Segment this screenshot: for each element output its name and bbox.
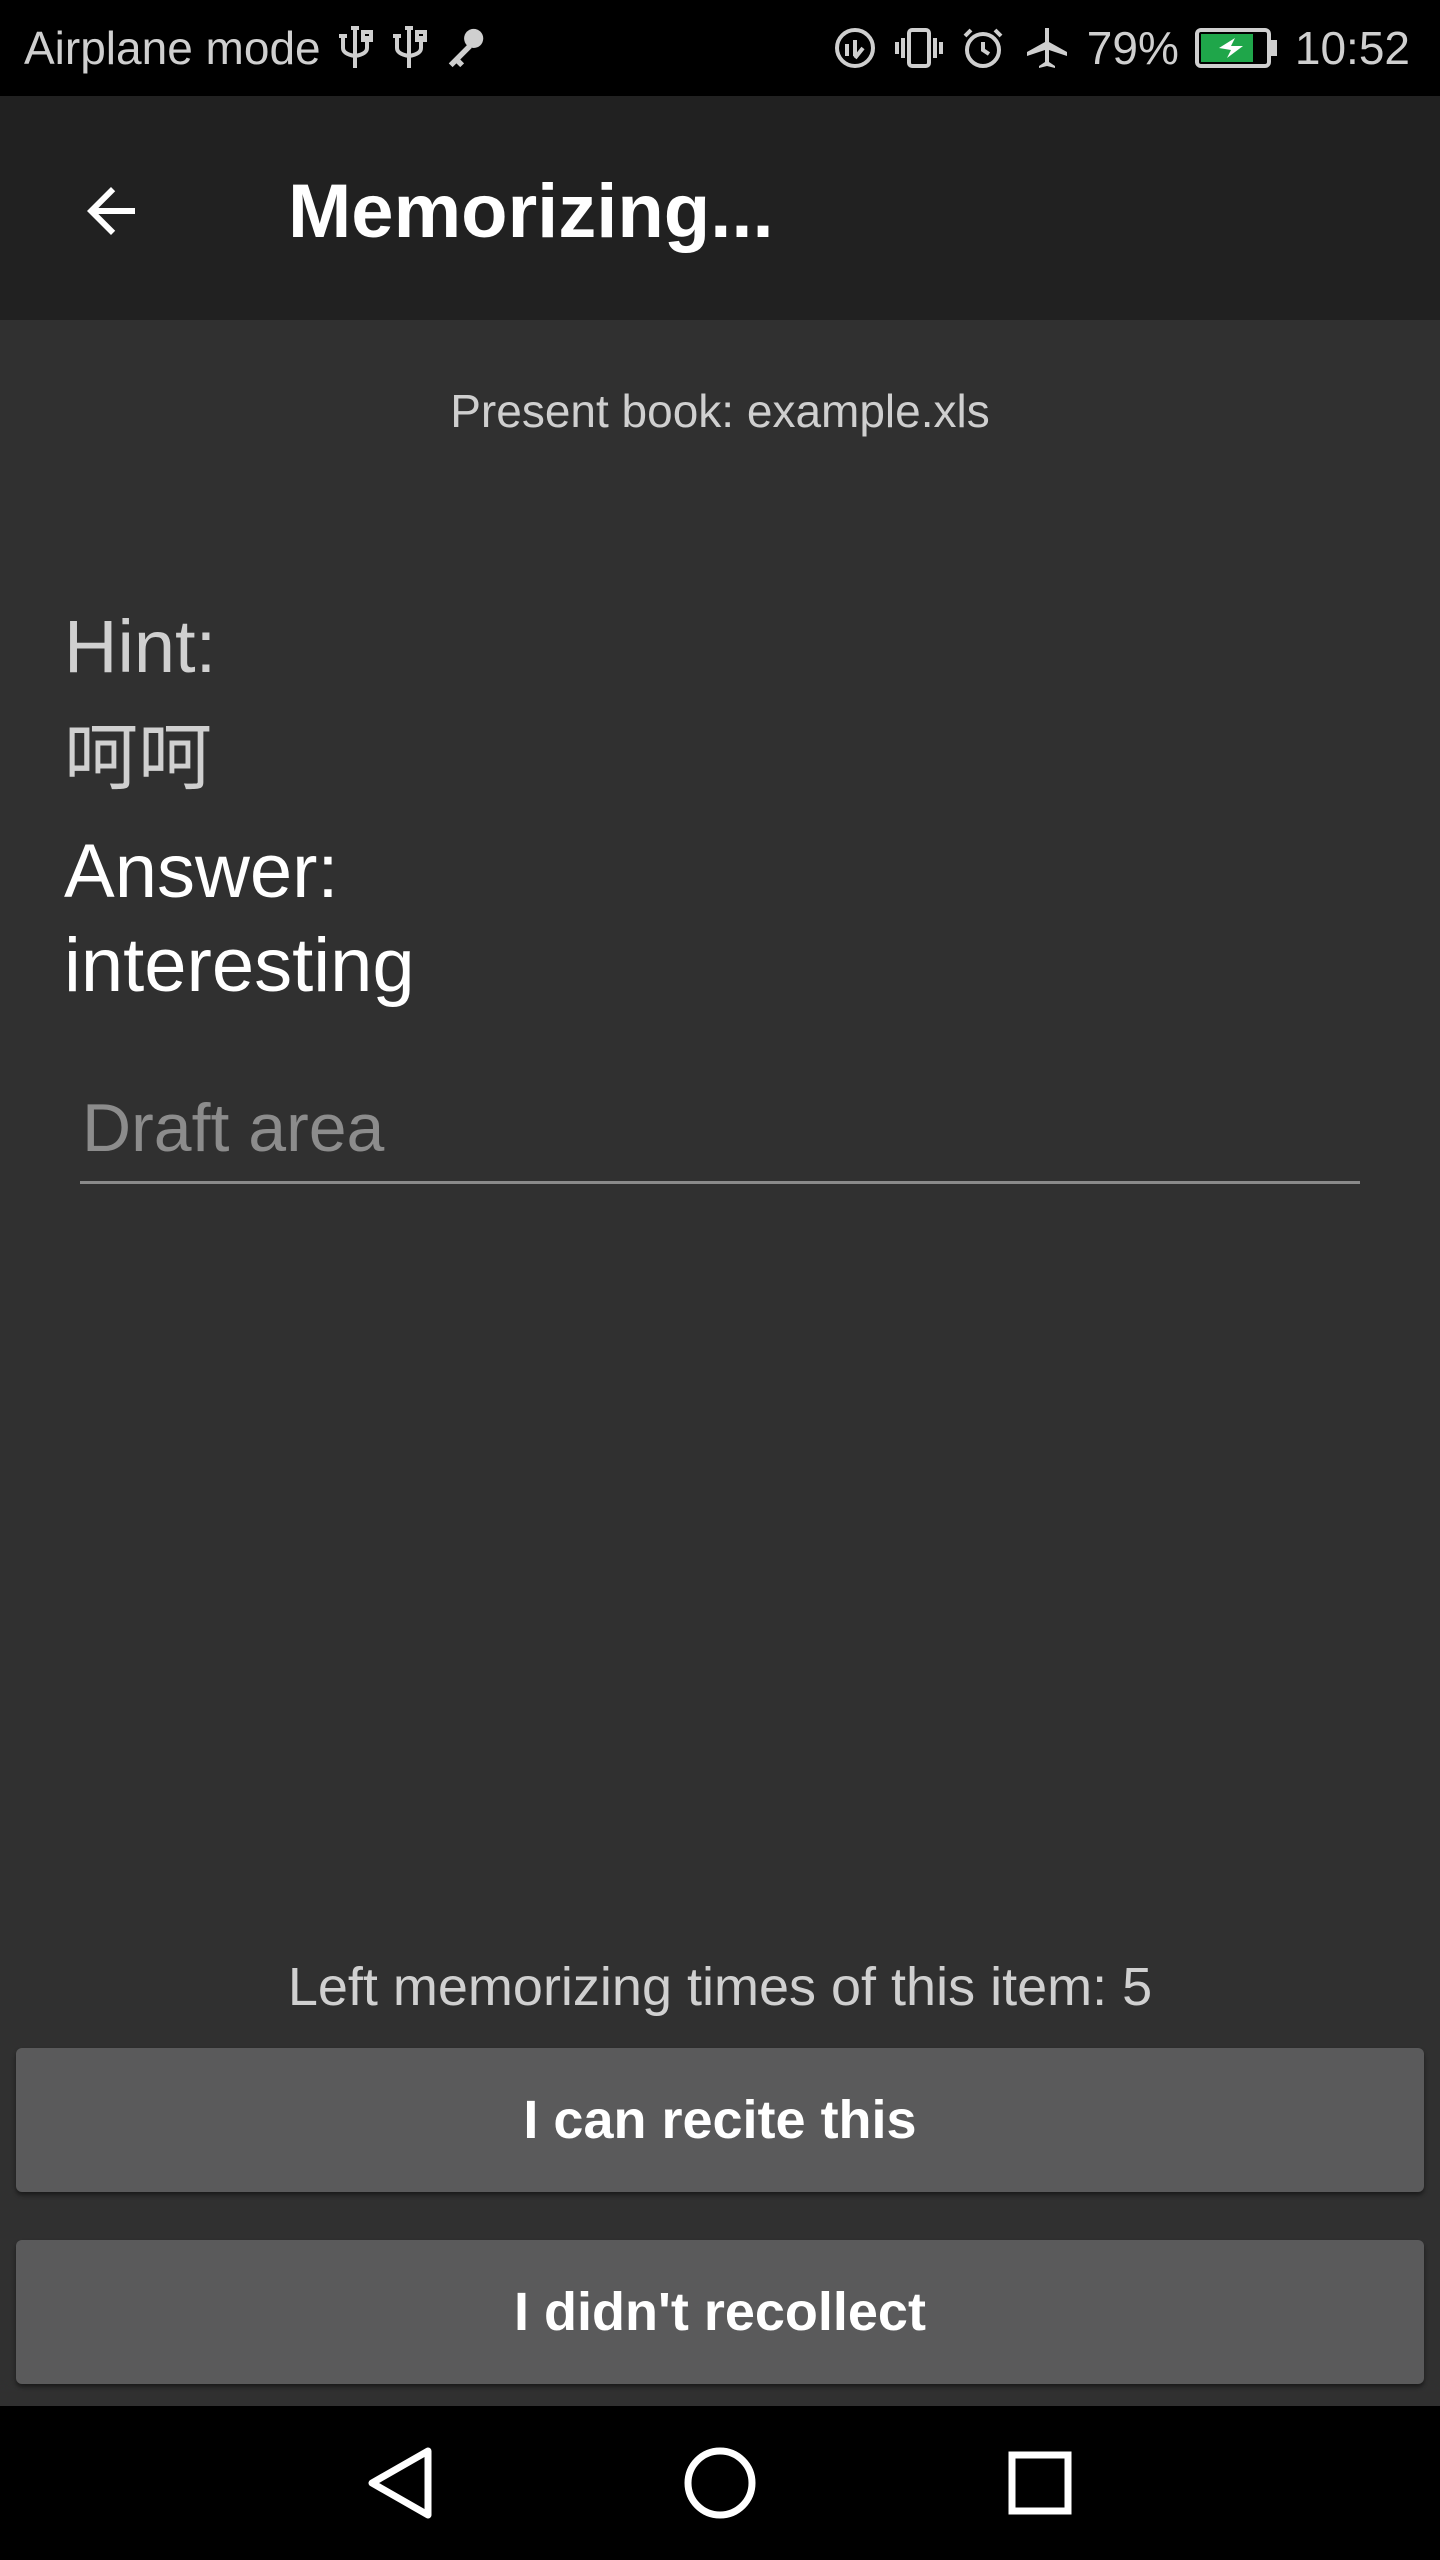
navigation-bar (0, 2406, 1440, 2560)
nav-recents-button[interactable] (960, 2406, 1120, 2560)
battery-charging-icon (1194, 26, 1279, 70)
status-bar-left: Airplane mode (24, 0, 489, 96)
nav-home-icon (684, 2447, 756, 2519)
arrow-back-icon (87, 187, 135, 235)
nav-home-button[interactable] (640, 2406, 800, 2560)
usb-icon (389, 24, 429, 72)
can-recite-button[interactable]: I can recite this (16, 2048, 1424, 2192)
status-bar: Airplane mode 79% 10:52 (0, 0, 1440, 96)
alarm-icon (959, 24, 1007, 72)
airplane-mode-text: Airplane mode (24, 22, 321, 74)
usb-icon (335, 24, 375, 72)
didnt-recollect-button[interactable]: I didn't recollect (16, 2240, 1424, 2384)
data-saver-icon (831, 24, 879, 72)
remaining-times-text: Left memorizing times of this item: 5 (287, 1957, 1153, 2017)
hint-value: 呵呵 (64, 716, 212, 799)
nav-back-icon (368, 2447, 432, 2519)
page-title: Memorizing... (288, 169, 774, 254)
nav-recents-icon (1008, 2451, 1072, 2515)
app-bar: Memorizing... (0, 96, 1440, 320)
status-bar-right: 79% 10:52 (831, 0, 1410, 96)
present-book-label: Present book: example.xls (450, 385, 990, 437)
airplane-icon (1023, 24, 1071, 72)
answer-value: interesting (64, 923, 415, 1008)
battery-percent: 79% (1086, 22, 1179, 74)
answer-label: Answer: (64, 829, 339, 914)
clock-time: 10:52 (1294, 22, 1410, 74)
back-button[interactable] (56, 156, 166, 266)
vibrate-icon (894, 24, 943, 72)
key-icon (443, 24, 489, 72)
hint-label: Hint: (64, 605, 217, 688)
draft-area-input[interactable] (80, 1084, 1360, 1184)
nav-back-button[interactable] (320, 2406, 480, 2560)
